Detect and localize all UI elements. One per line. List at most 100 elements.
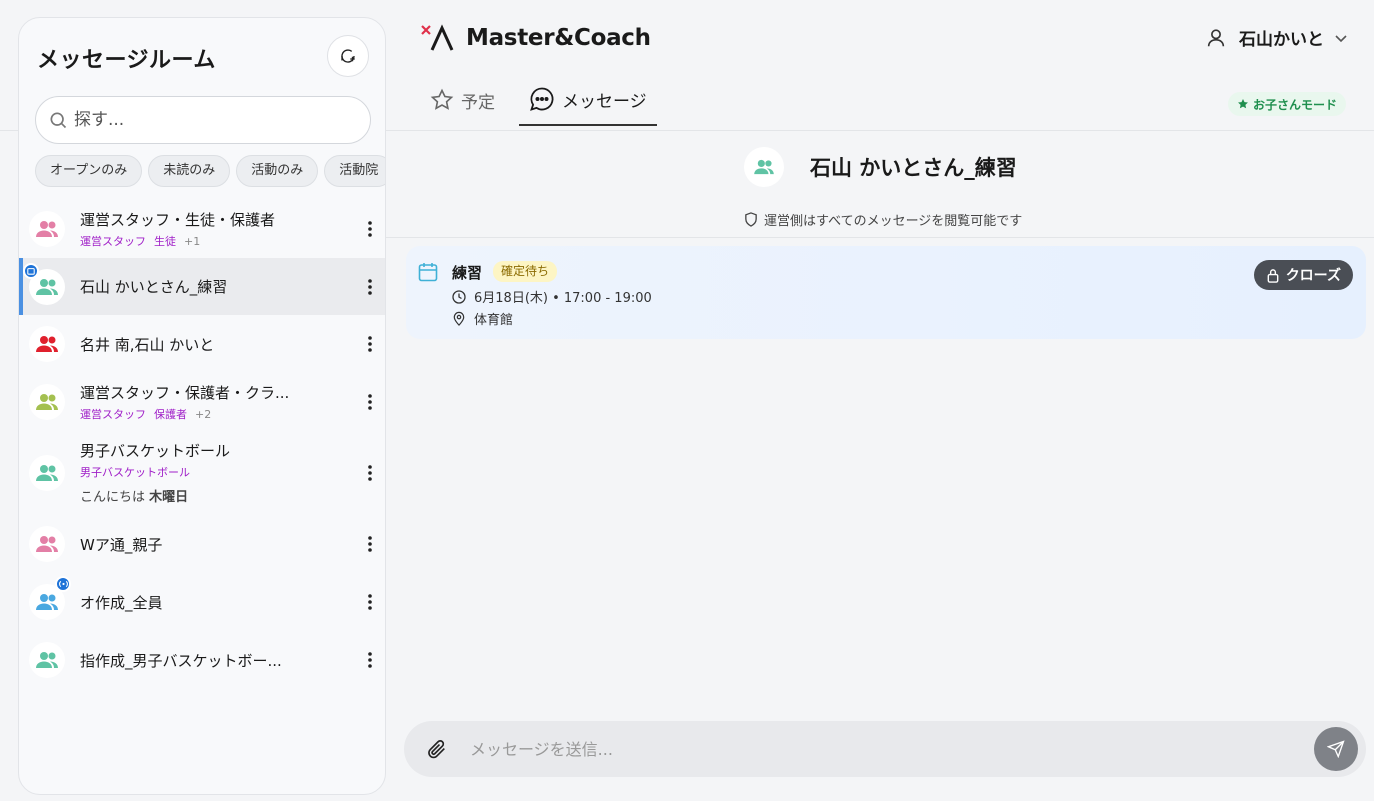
filter-activity-only[interactable]: 活動のみ [236, 155, 319, 187]
divider [386, 237, 1374, 238]
room-menu-button[interactable] [359, 591, 381, 613]
paperclip-icon [428, 740, 445, 759]
calendar-badge [23, 262, 39, 279]
user-menu[interactable]: 石山かいと [1205, 25, 1348, 50]
divider [386, 130, 1374, 131]
more-vertical-icon [368, 393, 372, 410]
room-item[interactable]: オ作成_全員 [19, 573, 385, 631]
room-tags: 男子バスケットボール [80, 464, 359, 480]
room-name: 名井 南,石山 かいと [80, 335, 215, 354]
more-vertical-icon [368, 536, 372, 552]
close-room-button[interactable]: クローズ [1253, 260, 1353, 290]
group-icon [36, 652, 58, 668]
group-avatar [23, 262, 65, 305]
room-menu-button[interactable] [359, 462, 381, 484]
app-logo[interactable]: Master&Coach [420, 24, 651, 52]
message-composer [404, 721, 1366, 777]
room-name: 運営スタッフ・生徒・保護者 [80, 211, 276, 229]
filter-activity-more[interactable]: 活動院 [324, 155, 385, 187]
group-icon [36, 393, 58, 410]
chat-plus-icon [341, 49, 355, 63]
search-input[interactable] [74, 110, 354, 130]
room-name: Wア通_親子 [80, 535, 163, 554]
divider [0, 130, 18, 131]
panel-title: メッセージルーム [37, 48, 216, 73]
event-location-text: 体育館 [474, 313, 514, 328]
preview-text: こんにちは [80, 490, 146, 505]
notice-text: 運営側はすべてのメッセージを閲覧可能です [764, 214, 1023, 229]
room-menu-button[interactable] [359, 649, 381, 671]
child-mode-badge: お子さんモード [1227, 92, 1346, 116]
close-label: クローズ [1285, 268, 1341, 284]
room-item[interactable]: 運営スタッフ・生徒・保護者 運営スタッフ 生徒 +1 [19, 200, 385, 258]
filter-chips: オープンのみ 未読のみ 活動のみ 活動院 [35, 155, 385, 189]
group-avatar [29, 326, 65, 362]
tab-label: メッセージ [562, 91, 647, 112]
room-menu-button[interactable] [359, 333, 381, 355]
room-menu-button[interactable] [359, 533, 381, 555]
send-icon [1327, 740, 1345, 758]
group-icon [36, 594, 58, 610]
room-header: 石山 かいとさん_練習 [744, 147, 1017, 187]
event-card[interactable]: 練習 確定待ち 6月18日(木) • 17:00 - 19:00 体育館 クロー… [406, 246, 1366, 339]
broadcast-badge [55, 576, 71, 592]
room-tags: 運営スタッフ 生徒 +1 [80, 233, 359, 249]
brand-logo-icon [421, 24, 454, 51]
room-tag: 保護者 [154, 407, 187, 421]
tab-schedule[interactable]: 予定 [420, 86, 505, 126]
more-vertical-icon [368, 464, 372, 481]
group-avatar [29, 211, 65, 247]
visibility-notice: 運営側はすべてのメッセージを閲覧可能です [744, 210, 1022, 229]
main-tabs: 予定 メッセージ [420, 86, 671, 126]
room-item[interactable]: 名井 南,石山 かいと [19, 315, 385, 373]
preview-day: 木曜日 [149, 490, 189, 505]
group-avatar [29, 642, 65, 678]
message-input[interactable] [470, 739, 1270, 759]
shield-icon [745, 212, 757, 227]
send-button[interactable] [1314, 727, 1358, 771]
room-tag: 生徒 [154, 235, 176, 248]
room-menu-button[interactable] [359, 391, 381, 413]
room-tag-more: +2 [195, 407, 212, 421]
room-item[interactable]: Wア通_親子 [19, 515, 385, 573]
room-name: 運営スタッフ・保護者・クラ... [80, 383, 290, 402]
lock-icon [1267, 268, 1279, 283]
room-tag: 運営スタッフ [80, 235, 146, 248]
message-room-panel: メッセージルーム オープンのみ未読のみ活動のみ活動院 運営スタッフ・生徒・保護者… [18, 17, 386, 795]
filter-open-only[interactable]: オープンのみ [35, 155, 143, 187]
room-item[interactable]: 指作成_男子バスケットボー... [19, 631, 385, 689]
room-item-active[interactable]: 石山 かいとさん_練習 [19, 258, 385, 315]
tab-label: 予定 [461, 92, 495, 113]
group-icon [36, 278, 58, 295]
star-icon [430, 88, 454, 110]
location-pin-icon [453, 311, 465, 326]
chat-bubble-icon [530, 87, 554, 111]
filter-unread-only[interactable]: 未読のみ [148, 155, 231, 187]
room-item[interactable]: 運営スタッフ・保護者・クラ... 運営スタッフ 保護者 +2 [19, 373, 385, 430]
mode-label: お子さんモード [1252, 97, 1337, 112]
more-vertical-icon [368, 594, 372, 610]
group-avatar [29, 576, 71, 620]
brand-name: Master&Coach [466, 25, 651, 51]
calendar-icon [27, 267, 35, 275]
room-item[interactable]: 男子バスケットボール 男子バスケットボール こんにちは 木曜日 [19, 430, 385, 515]
event-datetime: 6月18日(木) • 17:00 - 19:00 [452, 287, 652, 306]
tab-messages[interactable]: メッセージ [519, 86, 657, 126]
group-icon [36, 336, 58, 352]
star-filled-icon [1238, 99, 1248, 109]
room-tag-more: +1 [184, 235, 201, 248]
new-room-button[interactable] [327, 35, 369, 77]
event-location: 体育館 [452, 309, 513, 328]
chevron-down-icon [1335, 34, 1347, 42]
more-vertical-icon [368, 221, 372, 237]
event-title: 練習 [452, 264, 483, 282]
search-box[interactable] [35, 96, 371, 144]
group-avatar [29, 526, 65, 562]
room-avatar [744, 147, 784, 187]
group-icon [36, 221, 58, 237]
room-menu-button[interactable] [359, 276, 381, 298]
event-status-badge: 確定待ち [493, 261, 558, 282]
group-avatar [29, 383, 65, 420]
attach-button[interactable] [426, 738, 448, 760]
room-menu-button[interactable] [359, 218, 381, 240]
